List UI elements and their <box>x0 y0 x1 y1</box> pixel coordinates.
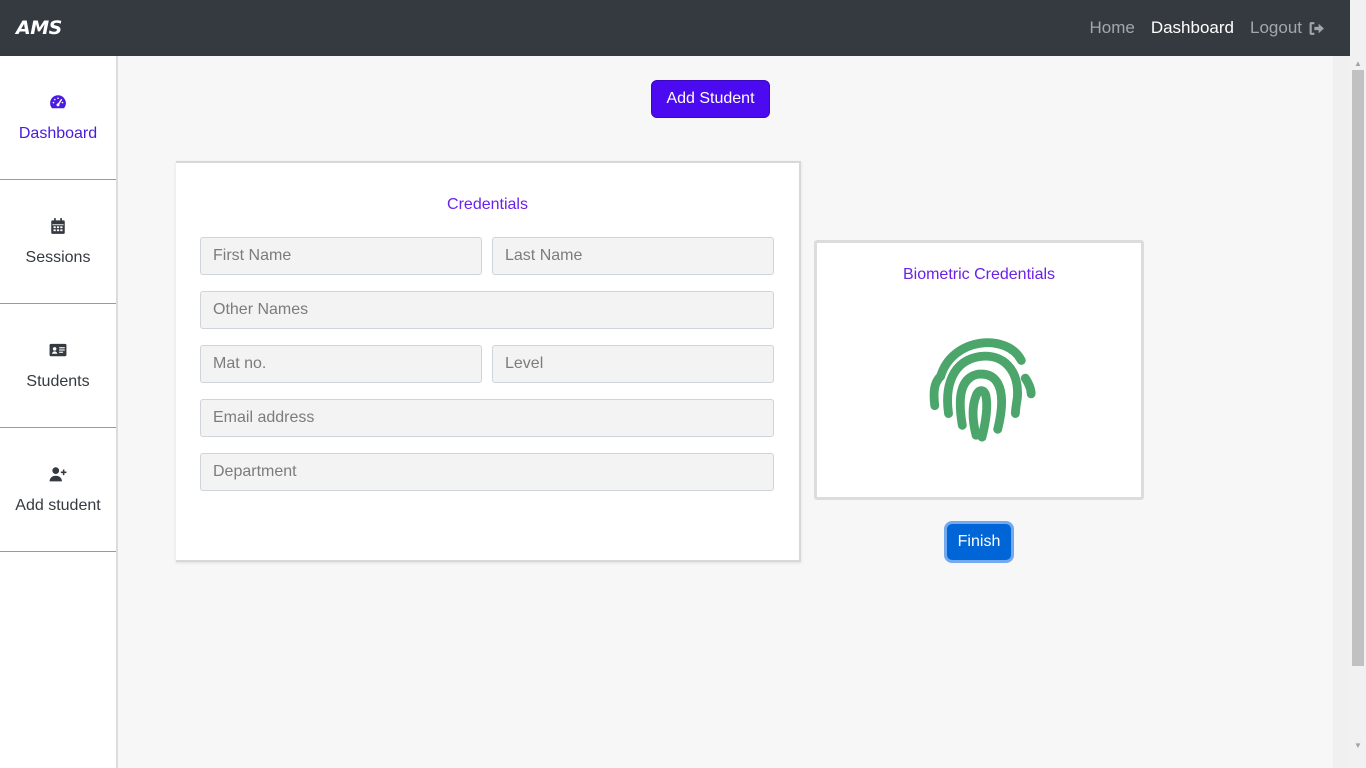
sidebar-item-sessions[interactable]: Sessions <box>0 180 116 304</box>
last-name-input[interactable] <box>492 237 774 275</box>
calendar-icon <box>51 217 65 234</box>
sidebar-item-dashboard-label: Dashboard <box>18 124 98 142</box>
credentials-card: Credentials <box>176 161 801 562</box>
first-name-input[interactable] <box>200 237 482 275</box>
page-scrollbar[interactable]: ▲ ▼ <box>1350 0 1366 768</box>
add-student-button[interactable]: Add Student <box>651 80 770 118</box>
id-card-icon <box>49 343 67 356</box>
nav-links: Home Dashboard Logout <box>1089 18 1334 38</box>
nav-link-logout-label: Logout <box>1250 18 1302 37</box>
user-plus-icon <box>49 466 67 481</box>
sidebar-item-sessions-label: Sessions <box>25 248 91 266</box>
biometric-card: Biometric Credentials <box>814 240 1144 500</box>
email-field[interactable] <box>200 399 774 437</box>
finish-button[interactable]: Finish <box>944 521 1014 563</box>
sidebar: Dashboard Sessions Students Add student <box>0 56 118 768</box>
other-names-input[interactable] <box>200 291 774 329</box>
scroll-thumb[interactable] <box>1352 70 1364 666</box>
tachometer-icon <box>50 94 66 108</box>
top-navbar: AMS Home Dashboard Logout <box>0 0 1350 56</box>
biometric-title: Biometric Credentials <box>902 266 1056 283</box>
sidebar-item-add-student[interactable]: Add student <box>0 428 116 552</box>
brand-logo[interactable]: AMS <box>16 17 62 39</box>
nav-link-home[interactable]: Home <box>1089 18 1134 38</box>
sidebar-item-add-student-label: Add student <box>15 496 101 514</box>
sidebar-item-students[interactable]: Students <box>0 304 116 428</box>
sign-out-icon <box>1309 21 1324 35</box>
mat-no-input[interactable] <box>200 345 482 383</box>
department-input[interactable] <box>200 453 774 491</box>
nav-link-dashboard[interactable]: Dashboard <box>1151 18 1234 38</box>
content-gutter <box>1333 56 1350 768</box>
nav-link-logout[interactable]: Logout <box>1250 18 1325 38</box>
nav-link-home-label: Home <box>1089 18 1135 37</box>
scroll-down-arrow-icon[interactable]: ▼ <box>1350 738 1366 754</box>
sidebar-item-students-label: Students <box>26 372 90 390</box>
sidebar-item-dashboard[interactable]: Dashboard <box>0 56 116 180</box>
level-input[interactable] <box>492 345 774 383</box>
nav-link-dashboard-label: Dashboard <box>1150 18 1234 37</box>
fingerprint-icon[interactable] <box>921 327 1039 445</box>
credentials-title: Credentials <box>447 196 528 213</box>
